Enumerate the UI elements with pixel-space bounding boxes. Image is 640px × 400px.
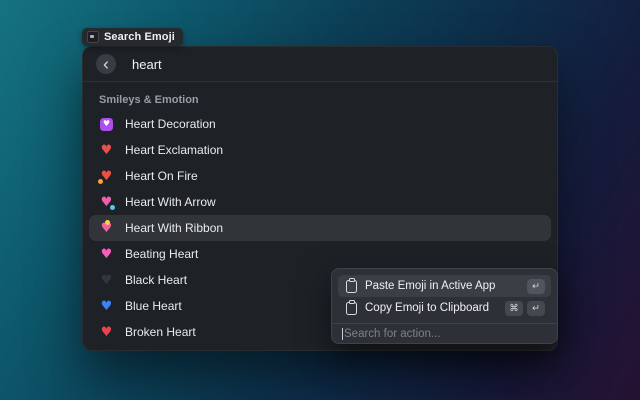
back-button[interactable] bbox=[96, 54, 116, 74]
emoji-list-item[interactable]: ♥ Brown Heart bbox=[89, 345, 551, 351]
heart-emoji-icon: ♥ bbox=[100, 118, 113, 131]
shortcut-badges: ↵ bbox=[527, 279, 545, 294]
action-item[interactable]: Paste Emoji in Active App ↵ bbox=[338, 275, 551, 297]
section-header: Smileys & Emotion bbox=[83, 82, 557, 111]
action-search-placeholder: Search for action... bbox=[344, 328, 441, 340]
heart-emoji-icon: ♥ bbox=[99, 325, 114, 340]
heart-emoji-icon: ♥ bbox=[99, 273, 114, 288]
search-bar: heart bbox=[83, 47, 557, 81]
emoji-accent bbox=[105, 220, 110, 225]
chevron-left-icon bbox=[102, 57, 110, 72]
heart-emoji-icon: ♥ bbox=[99, 195, 114, 210]
action-panel: Paste Emoji in Active App ↵ Copy Emoji t… bbox=[331, 268, 558, 344]
emoji-list-item[interactable]: ♥ Beating Heart bbox=[89, 241, 551, 267]
emoji-app-icon bbox=[87, 31, 99, 43]
emoji-label: Heart With Ribbon bbox=[125, 221, 223, 235]
emoji-label: Heart With Arrow bbox=[125, 195, 216, 209]
emoji-accent bbox=[98, 179, 103, 184]
hint-pill-label: Search Emoji bbox=[104, 31, 175, 43]
heart-emoji-icon: ♥ bbox=[99, 169, 114, 184]
emoji-list-item[interactable]: ♥ Heart On Fire bbox=[89, 163, 551, 189]
action-label: Paste Emoji in Active App bbox=[365, 280, 495, 292]
search-input[interactable]: heart bbox=[132, 57, 162, 72]
heart-emoji-icon: ♥ bbox=[99, 351, 114, 352]
heart-emoji-icon: ♥ bbox=[99, 299, 114, 314]
action-search-input[interactable]: Search for action... bbox=[332, 324, 557, 343]
emoji-label: Heart Decoration bbox=[125, 117, 216, 131]
action-label: Copy Emoji to Clipboard bbox=[365, 302, 489, 314]
key-badge: ↵ bbox=[527, 279, 545, 294]
emoji-label: Blue Heart bbox=[125, 299, 182, 313]
emoji-label: Broken Heart bbox=[125, 325, 196, 339]
heart-emoji-icon: ♥ bbox=[99, 143, 114, 158]
key-badge: ⌘ bbox=[505, 301, 523, 316]
text-cursor bbox=[342, 328, 343, 340]
heart-emoji-icon: ♥ bbox=[99, 221, 114, 236]
emoji-accent bbox=[110, 205, 115, 210]
emoji-label: Black Heart bbox=[125, 273, 187, 287]
clipboard-icon bbox=[346, 280, 357, 293]
emoji-list-item[interactable]: ♥ Heart Decoration bbox=[89, 111, 551, 137]
action-item[interactable]: Copy Emoji to Clipboard ⌘↵ bbox=[338, 297, 551, 319]
emoji-label: Heart Exclamation bbox=[125, 143, 223, 157]
key-badge: ↵ bbox=[527, 301, 545, 316]
emoji-list-item[interactable]: ♥ Heart Exclamation bbox=[89, 137, 551, 163]
emoji-label: Heart On Fire bbox=[125, 169, 198, 183]
emoji-list-item[interactable]: ♥ Heart With Ribbon bbox=[89, 215, 551, 241]
shortcut-badges: ⌘↵ bbox=[505, 301, 545, 316]
heart-emoji-icon: ♥ bbox=[99, 247, 114, 262]
clipboard-icon bbox=[346, 302, 357, 315]
action-list: Paste Emoji in Active App ↵ Copy Emoji t… bbox=[332, 269, 557, 321]
search-emoji-hint-pill: Search Emoji bbox=[82, 28, 183, 46]
emoji-label: Beating Heart bbox=[125, 247, 198, 261]
emoji-list-item[interactable]: ♥ Heart With Arrow bbox=[89, 189, 551, 215]
